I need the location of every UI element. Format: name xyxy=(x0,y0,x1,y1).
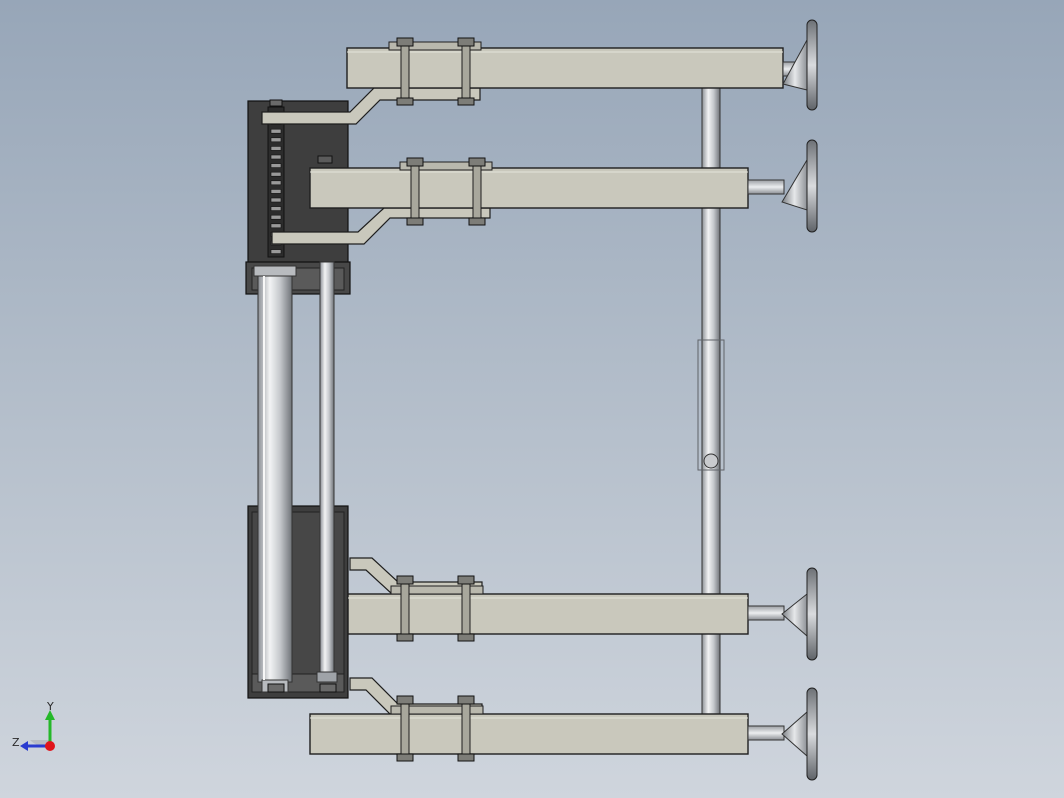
adjustment-slot xyxy=(270,128,282,134)
cad-viewport[interactable]: Y Z xyxy=(0,0,1064,798)
arm-1-beam xyxy=(346,47,784,89)
axis-triad: Y Z xyxy=(12,700,55,751)
adjustment-slot xyxy=(270,163,282,168)
y-axis-label: Y xyxy=(46,700,54,713)
adjustment-slot xyxy=(270,180,282,186)
adjustment-slot xyxy=(270,137,282,143)
adjustment-slot xyxy=(270,223,282,229)
adjustment-slot xyxy=(270,189,282,194)
adjustment-slot xyxy=(270,249,282,254)
arm-3-leveling-foot xyxy=(747,567,818,661)
adjustment-slot xyxy=(270,154,282,160)
arm-4-leveling-foot xyxy=(747,687,818,781)
pneumatic-cylinder xyxy=(253,265,297,693)
arm-1-leveling-foot xyxy=(782,19,818,111)
adjustment-slot xyxy=(270,214,282,220)
arm-4-beam xyxy=(309,713,749,755)
adjustment-slot xyxy=(270,171,282,177)
adjustment-slot xyxy=(270,146,282,151)
x-axis-dot xyxy=(45,741,55,751)
arm-2-beam xyxy=(309,167,749,209)
arm-2-leveling-foot xyxy=(747,139,818,233)
adjustment-slot xyxy=(270,197,282,203)
guide-rod xyxy=(316,261,338,683)
adjustment-slot xyxy=(270,206,282,211)
z-axis-label: Z xyxy=(12,736,20,749)
